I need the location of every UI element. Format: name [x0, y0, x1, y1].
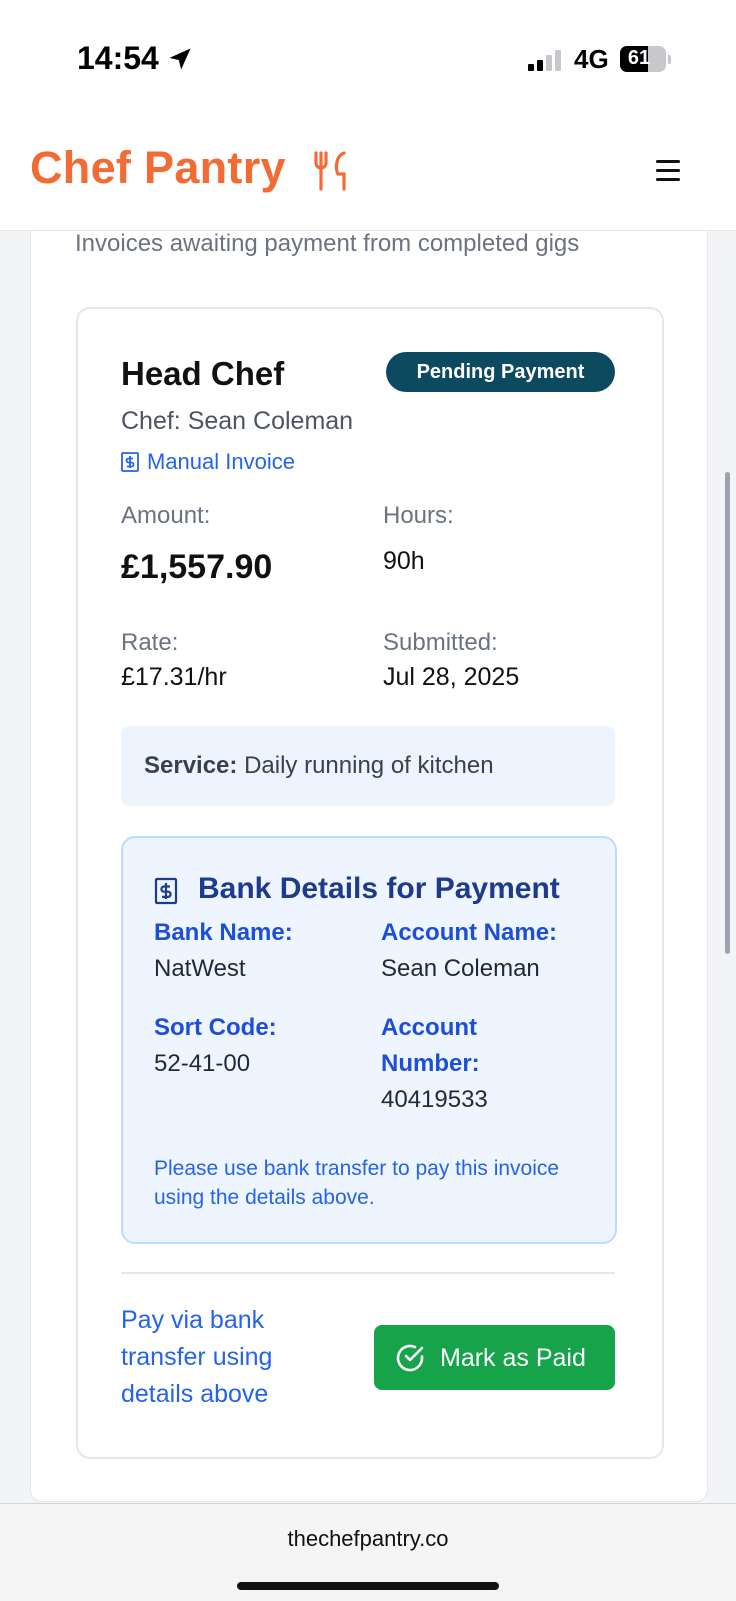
url-bar[interactable]: thechefpantry.co: [0, 1526, 736, 1552]
pay-instruction: Pay via bank transfer using details abov…: [121, 1306, 273, 1408]
brand-logo[interactable]: Chef Pantry: [30, 142, 286, 194]
app-header: Chef Pantry: [0, 118, 736, 231]
rate-value: £17.31/hr: [121, 663, 227, 691]
service-text: Service: Daily running of kitchen: [144, 752, 494, 780]
account-number-value: 40419533: [381, 1086, 488, 1113]
page-scrollbar[interactable]: [725, 472, 730, 954]
bank-transfer-note: Please use bank transfer to pay this inv…: [154, 1157, 560, 1209]
battery-percent: 61: [627, 47, 651, 69]
account-name-value: Sean Coleman: [381, 955, 540, 982]
hours-label: Hours:: [383, 502, 454, 529]
sort-code-label: Sort Code:: [154, 1014, 277, 1041]
home-indicator[interactable]: [237, 1582, 499, 1590]
section-subtitle: Invoices awaiting payment from completed…: [75, 230, 580, 257]
sort-code-value: 52-41-00: [154, 1050, 251, 1077]
menu-button[interactable]: [656, 160, 682, 182]
bank-details-title: Bank Details for Payment: [198, 872, 560, 905]
divider: [121, 1272, 615, 1274]
invoice-job-title: Head Chef: [121, 355, 285, 392]
chef-name: Chef: Sean Coleman: [121, 407, 354, 435]
utensils-icon: [314, 151, 346, 191]
amount-label: Amount:: [121, 502, 211, 529]
bank-details-box: Bank Details for Payment Bank Name: NatW…: [121, 836, 617, 1244]
service-box: Service: Daily running of kitchen: [121, 726, 615, 806]
account-number-label-line1: Account: [381, 1014, 477, 1041]
invoice-type-label: Manual Invoice: [147, 449, 295, 474]
battery-icon: 61: [620, 46, 666, 72]
receipt-icon: [154, 877, 178, 905]
battery-tip: [668, 55, 671, 64]
submitted-label: Submitted:: [383, 629, 498, 656]
mark-as-paid-button[interactable]: Mark as Paid: [374, 1325, 615, 1390]
account-name-label: Account Name:: [381, 919, 558, 946]
status-bar: 14:54 4G 61: [0, 0, 736, 118]
mark-as-paid-label: Mark as Paid: [440, 1344, 586, 1372]
network-type: 4G: [574, 44, 609, 74]
location-arrow-icon: [169, 48, 191, 70]
status-badge: Pending Payment: [386, 352, 615, 392]
cellular-signal-icon: [528, 49, 564, 71]
check-circle-icon: [396, 1344, 424, 1372]
account-number-label-line2: Number:: [381, 1050, 480, 1077]
receipt-icon: [121, 452, 139, 472]
invoice-type: Manual Invoice: [121, 449, 295, 475]
service-value: Daily running of kitchen: [244, 752, 494, 779]
rate-label: Rate:: [121, 629, 179, 656]
browser-bottom-bar: thechefpantry.co: [0, 1503, 736, 1601]
bank-name-label: Bank Name:: [154, 919, 293, 946]
service-label: Service:: [144, 752, 238, 779]
bank-name-value: NatWest: [154, 955, 246, 982]
hours-value: 90h: [383, 547, 425, 575]
status-time: 14:54: [77, 40, 159, 76]
amount-value: £1,557.90: [121, 548, 273, 586]
submitted-value: Jul 28, 2025: [383, 663, 520, 691]
